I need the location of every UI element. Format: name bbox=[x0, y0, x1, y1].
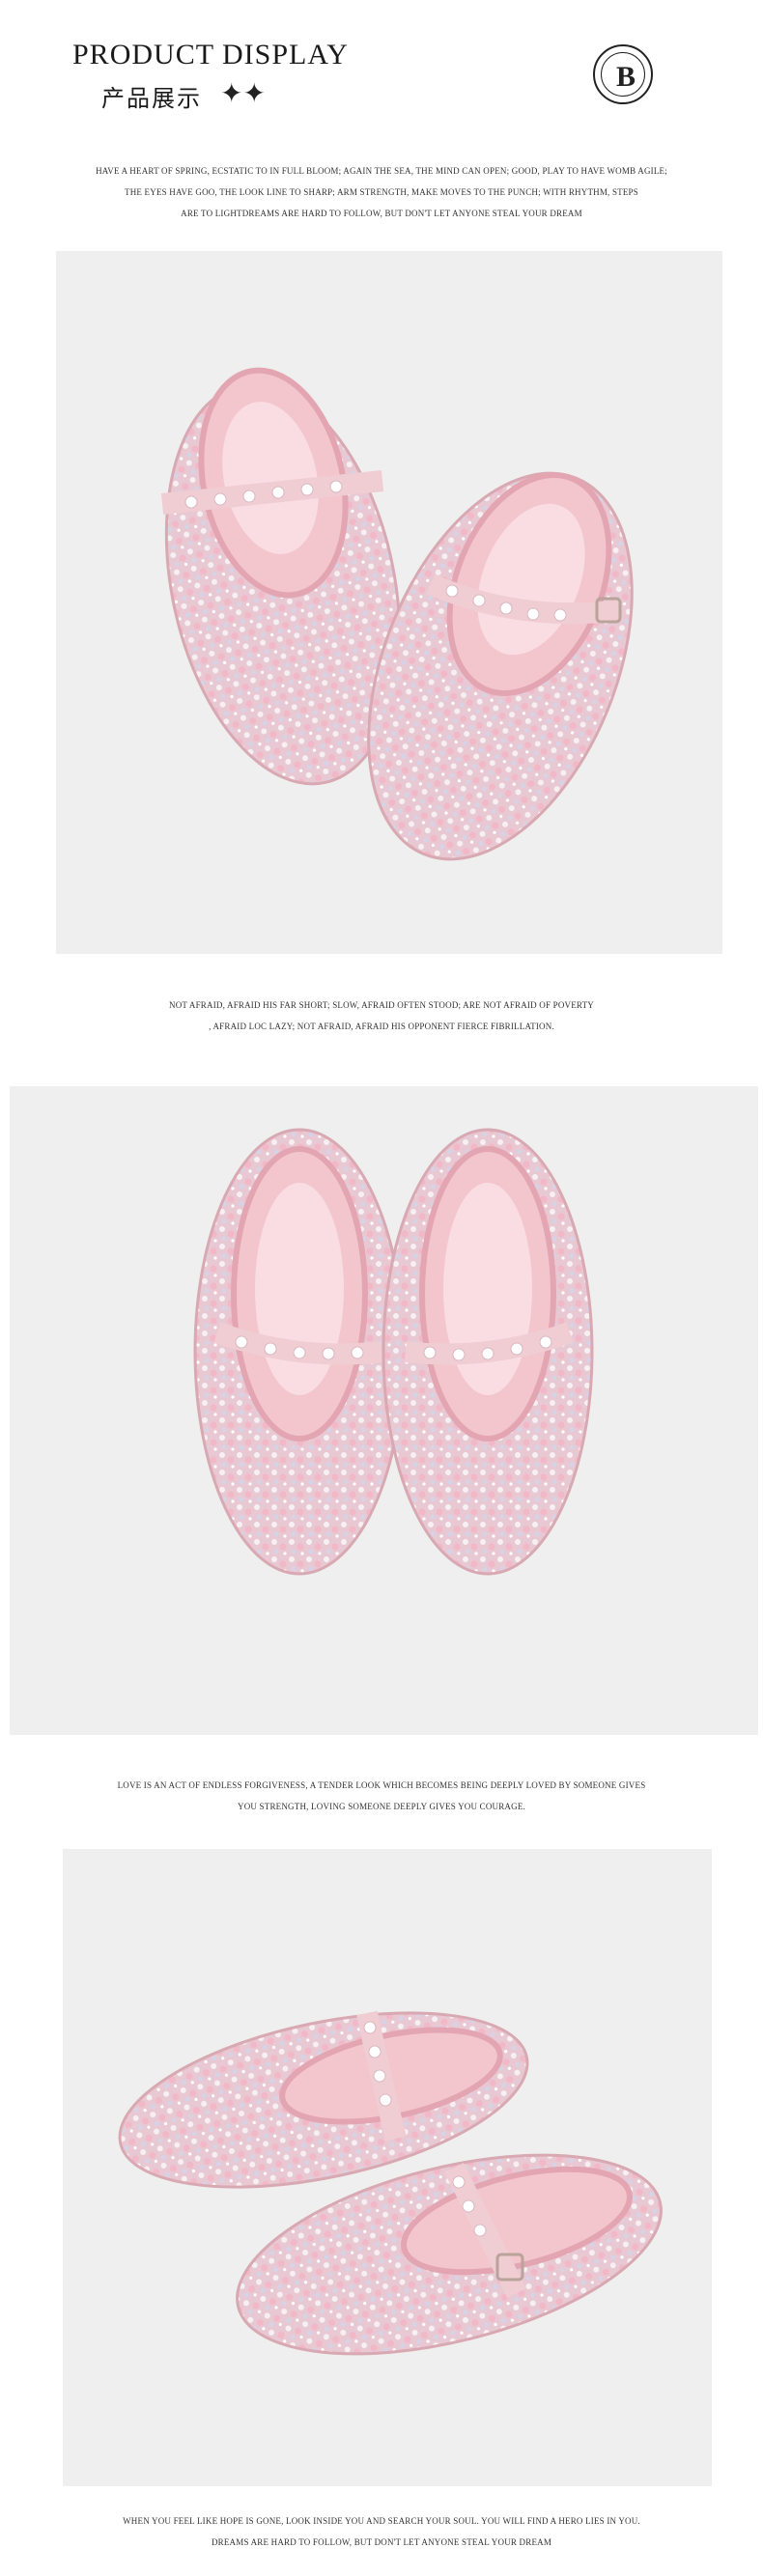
mid-line: NOT AFRAID, AFRAID HIS FAR SHORT; SLOW, … bbox=[169, 1000, 594, 1010]
mid-line: , AFRAID LOC LAZY; NOT AFRAID, AFRAID HI… bbox=[209, 1022, 554, 1031]
shoe-pair-illustration bbox=[118, 2010, 663, 2356]
intro-line: HAVE A HEART OF SPRING, ECSTATIC TO IN F… bbox=[96, 166, 667, 176]
sparkle-icon: ✦✦ bbox=[220, 79, 266, 109]
mid-line: LOVE IS AN ACT OF ENDLESS FORGIVENESS, A… bbox=[117, 1780, 646, 1790]
closing-line: WHEN YOU FEEL LIKE HOPE IS GONE, LOOK IN… bbox=[123, 2516, 640, 2526]
shoe-pair-illustration bbox=[160, 367, 634, 861]
intro-text: HAVE A HEART OF SPRING, ECSTATIC TO IN F… bbox=[0, 160, 763, 224]
mid-text-1: NOT AFRAID, AFRAID HIS FAR SHORT; SLOW, … bbox=[0, 994, 763, 1037]
page-subtitle: 产品展示 bbox=[101, 85, 202, 112]
header: PRODUCT DISPLAY 产品展示 ✦✦ B bbox=[0, 0, 763, 154]
logo-letter: B bbox=[615, 61, 636, 93]
logo-ring: B bbox=[601, 52, 645, 97]
page-title: PRODUCT DISPLAY bbox=[72, 39, 349, 70]
closing-text: WHEN YOU FEEL LIKE HOPE IS GONE, LOOK IN… bbox=[0, 2510, 763, 2553]
intro-line: THE EYES HAVE GOO, THE LOOK LINE TO SHAR… bbox=[125, 187, 638, 197]
mid-line: YOU STRENGTH, LOVING SOMEONE DEEPLY GIVE… bbox=[238, 1802, 525, 1811]
intro-line: ARE TO LIGHTDREAMS ARE HARD TO FOLLOW, B… bbox=[181, 209, 582, 218]
closing-line: DREAMS ARE HARD TO FOLLOW, BUT DON'T LET… bbox=[211, 2537, 552, 2547]
mid-text-2: LOVE IS AN ACT OF ENDLESS FORGIVENESS, A… bbox=[0, 1775, 763, 1817]
product-photo-1 bbox=[56, 251, 722, 954]
product-photo-3 bbox=[63, 1849, 712, 2486]
brand-logo: B bbox=[593, 44, 653, 104]
product-photo-2 bbox=[10, 1086, 758, 1735]
shoe-pair-illustration bbox=[193, 1128, 594, 1576]
